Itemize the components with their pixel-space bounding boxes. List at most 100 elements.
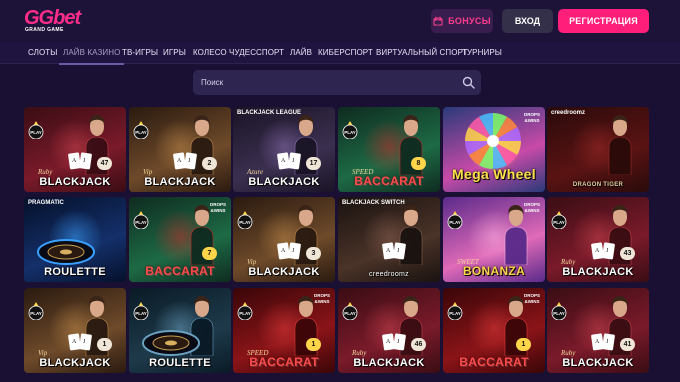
game-tile[interactable]: PRAGMATIC ROULETTE xyxy=(24,197,126,282)
svg-text:&WINS: &WINS xyxy=(525,208,540,213)
game-title: BONANZA xyxy=(462,264,526,278)
nav-item-live-casino[interactable]: ЛАЙВ КАЗИНО xyxy=(58,42,126,65)
logo-text: GGbet xyxy=(24,7,81,29)
drops-wins-icon: DROPS&WINS xyxy=(210,202,226,213)
play-badge-icon: PLAY xyxy=(237,302,253,320)
svg-text:A: A xyxy=(72,158,77,164)
nav-item-virtual-sport[interactable]: ВИРТУАЛЬНЫЙ СПОРТ xyxy=(376,42,468,64)
nav-item-tv-games[interactable]: ТВ-ИГРЫ xyxy=(122,42,158,64)
game-tile[interactable]: A J PLAY Ruby BLACKJACK 41 xyxy=(547,288,649,373)
play-badge-icon: PLAY xyxy=(28,302,44,320)
game-tile[interactable]: PLAY DROPS &WINS SWEET BONANZA xyxy=(443,197,545,282)
playing-cards-icon: AJ xyxy=(173,152,197,170)
game-title: BACCARAT xyxy=(354,174,424,188)
bonus-label: БОНУСЫ xyxy=(448,16,491,26)
play-badge-icon: PLAY xyxy=(133,211,149,229)
nav-item-games[interactable]: ИГРЫ xyxy=(163,42,186,64)
svg-text:PLAY: PLAY xyxy=(239,220,251,225)
game-title: ROULETTE xyxy=(44,266,106,278)
svg-text:PLAY: PLAY xyxy=(239,311,251,316)
logo-subtitle: GRAND GAME xyxy=(25,27,64,33)
drops-wins-icon: DROPS&WINS xyxy=(524,293,540,304)
game-tile[interactable]: A J BLACKJACK LEAGUE Azure BLACKJACK 17 xyxy=(233,107,335,192)
header: GGbet GRAND GAME БОНУСЫ ВХОД РЕГИСТРАЦИЯ xyxy=(0,0,680,42)
svg-text:PLAY: PLAY xyxy=(135,220,147,225)
game-tile[interactable]: A J PLAY Vip BLACKJACK 3 xyxy=(233,197,335,282)
svg-text:PLAY: PLAY xyxy=(30,130,42,135)
game-title: BACCARAT xyxy=(249,355,319,369)
nav-item-sport[interactable]: СПОРТ xyxy=(256,42,284,64)
mega-wheel-icon xyxy=(465,113,521,169)
nav-item-esports[interactable]: КИБЕРСПОРТ xyxy=(318,42,373,64)
svg-text:A: A xyxy=(595,248,600,254)
game-title: BLACKJACK xyxy=(562,357,634,369)
playing-cards-icon: AJ xyxy=(68,152,92,170)
game-tile[interactable]: PLAY DROPS &WINS SPEED BACCARAT 1 xyxy=(233,288,335,373)
playing-cards-icon: AJ xyxy=(591,242,615,260)
nav-item-tournaments[interactable]: ТУРНИРЫ xyxy=(462,42,502,64)
play-badge-icon: PLAY xyxy=(342,302,358,320)
svg-text:DROPS: DROPS xyxy=(524,112,540,117)
svg-text:A: A xyxy=(386,248,391,254)
game-tile[interactable]: A J PLAY Ruby BLACKJACK 43 xyxy=(547,197,649,282)
game-tile[interactable]: DROPS &WINS Mega Wheel xyxy=(443,107,545,192)
play-badge-icon: PLAY xyxy=(342,121,358,139)
table-number-badge: 17 xyxy=(306,157,321,170)
table-number-badge: 47 xyxy=(97,157,112,170)
game-title: BLACKJACK xyxy=(248,176,320,188)
svg-text:&WINS: &WINS xyxy=(211,208,226,213)
playing-cards-icon: AJ xyxy=(277,152,301,170)
logo[interactable]: GGbet GRAND GAME xyxy=(24,8,81,36)
game-title-prefix: Vip xyxy=(247,258,257,266)
game-title-prefix: Ruby xyxy=(561,349,576,357)
game-tile[interactable]: PLAY SPEED BACCARAT 8 xyxy=(338,107,440,192)
roulette-wheel-icon xyxy=(142,330,200,356)
search-icon[interactable] xyxy=(462,76,475,89)
svg-text:DROPS: DROPS xyxy=(210,202,226,207)
game-title: BLACKJACK xyxy=(39,176,111,188)
svg-text:A: A xyxy=(72,339,77,345)
game-title: Mega Wheel xyxy=(452,166,536,182)
table-number-badge: 2 xyxy=(202,157,217,170)
game-title-prefix: Ruby xyxy=(561,258,576,266)
game-tile[interactable]: A J PLAY Ruby BLACKJACK 47 xyxy=(24,107,126,192)
svg-text:PLAY: PLAY xyxy=(344,130,356,135)
bonus-button[interactable]: БОНУСЫ xyxy=(431,9,493,33)
play-badge-icon: PLAY xyxy=(447,302,463,320)
svg-text:PLAY: PLAY xyxy=(135,311,147,316)
search-bar[interactable]: Поиск xyxy=(193,70,481,95)
game-tile[interactable]: PLAY ROULETTE xyxy=(129,288,231,373)
nav-item-live[interactable]: ЛАЙВ xyxy=(290,42,312,64)
play-badge-icon: PLAY xyxy=(133,302,149,320)
svg-text:DROPS: DROPS xyxy=(314,293,330,298)
table-number-badge: 1 xyxy=(97,338,112,351)
game-title: creedroomz xyxy=(369,271,409,278)
drops-wins-icon: DROPS&WINS xyxy=(524,202,540,213)
svg-text:&WINS: &WINS xyxy=(525,118,540,123)
drops-wins-icon: DROPS&WINS xyxy=(314,293,330,304)
svg-text:PLAY: PLAY xyxy=(30,311,42,316)
nav-item-slots[interactable]: СЛОТЫ xyxy=(28,42,57,64)
play-badge-icon: PLAY xyxy=(237,211,253,229)
game-tile[interactable]: A J PLAY Vip BLACKJACK 1 xyxy=(24,288,126,373)
game-tile[interactable]: creedroomz DRAGON TIGER xyxy=(547,107,649,192)
game-tile[interactable]: PLAY DROPS &WINS BACCARAT 7 xyxy=(129,197,231,282)
game-title: BACCARAT xyxy=(459,355,529,369)
game-title-prefix: Vip xyxy=(143,168,153,176)
playing-cards-icon: AJ xyxy=(591,333,615,351)
login-button[interactable]: ВХОД xyxy=(502,9,553,33)
register-button[interactable]: РЕГИСТРАЦИЯ xyxy=(558,9,649,33)
game-title: BLACKJACK xyxy=(353,357,425,369)
svg-text:PLAY: PLAY xyxy=(553,311,565,316)
game-tile[interactable]: A J BLACKJACK SWITCH creedroomz xyxy=(338,197,440,282)
playing-cards-icon: AJ xyxy=(382,333,406,351)
play-badge-icon: PLAY xyxy=(447,211,463,229)
main-nav: СЛОТЫ ЛАЙВ КАЗИНО ТВ-ИГРЫ ИГРЫ КОЛЕСО ЧУ… xyxy=(0,42,680,65)
svg-text:A: A xyxy=(281,248,286,254)
game-tile[interactable]: A J PLAY Vip BLACKJACK 2 xyxy=(129,107,231,192)
play-badge-icon: PLAY xyxy=(28,121,44,139)
playing-cards-icon: AJ xyxy=(68,333,92,351)
game-tile[interactable]: A J PLAY Ruby BLACKJACK 46 xyxy=(338,288,440,373)
game-tile[interactable]: PLAY DROPS &WINS BACCARAT 1 xyxy=(443,288,545,373)
nav-item-wheel[interactable]: КОЛЕСО ЧУДЕС xyxy=(193,42,256,64)
